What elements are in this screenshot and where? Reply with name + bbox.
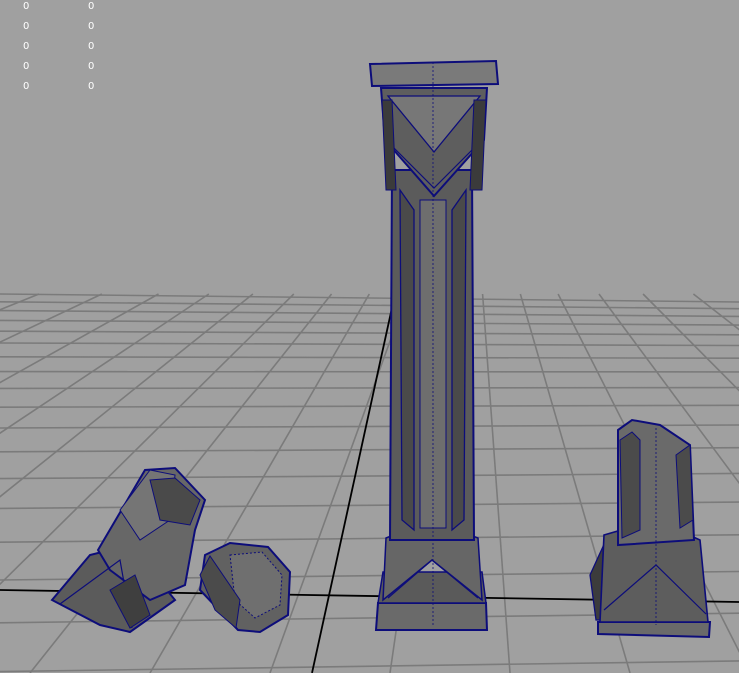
viewport-3d[interactable]: 0 0 0 0 0 0 0 0 0 0	[0, 0, 739, 673]
viewport-canvas[interactable]	[0, 0, 739, 673]
grid-line	[0, 355, 739, 360]
grid-line	[0, 309, 739, 318]
grid-line	[0, 301, 739, 310]
pillar-fragment[interactable]	[198, 541, 292, 634]
grid-line	[0, 293, 40, 311]
pillar-broken-base[interactable]	[50, 466, 207, 634]
pillar-broken-stump[interactable]	[589, 418, 712, 639]
grid-line	[0, 342, 739, 347]
grid-line	[0, 386, 739, 390]
